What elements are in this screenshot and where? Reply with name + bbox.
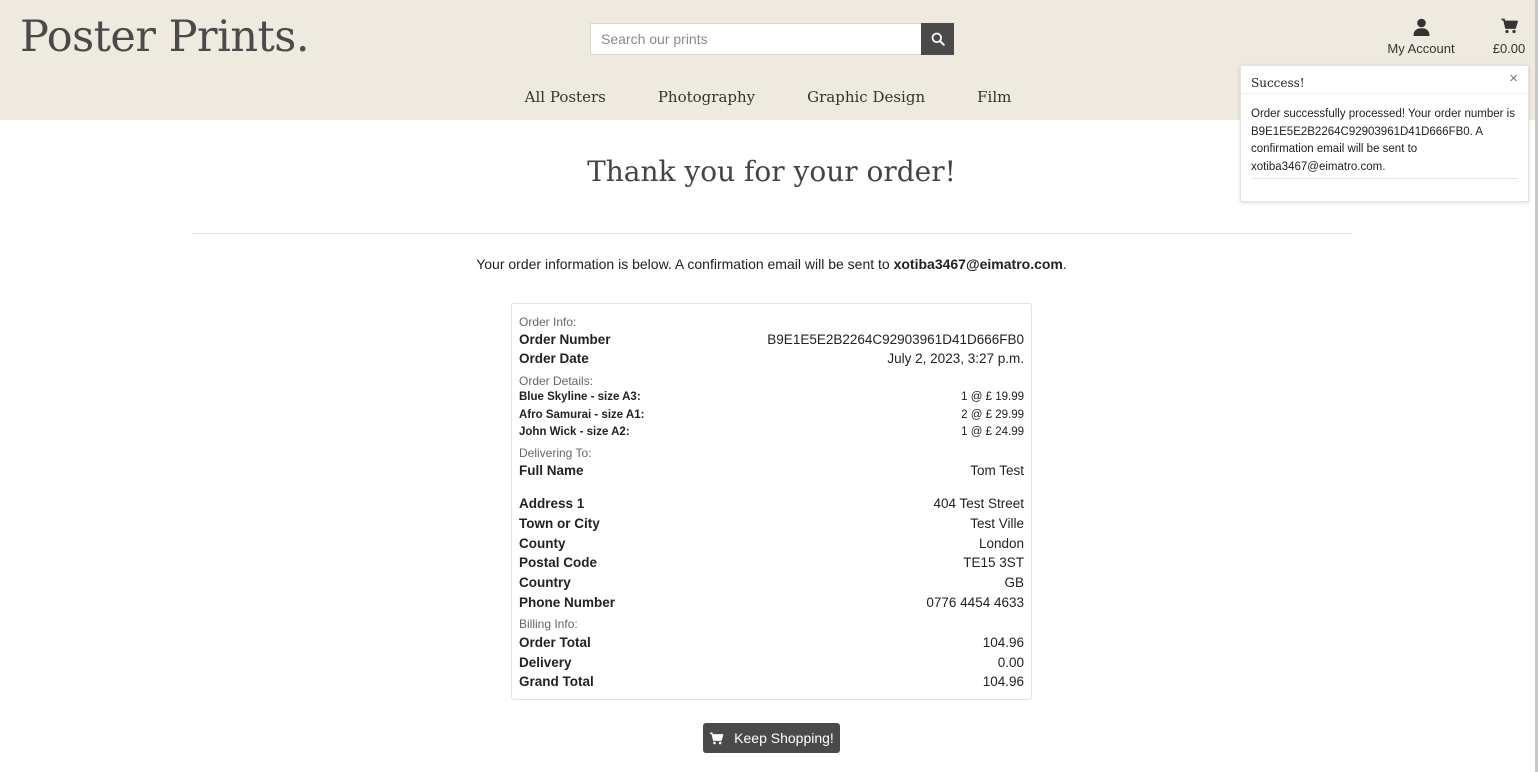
toast-title: Success! [1251, 76, 1305, 90]
line-item-name: John Wick - size A2: [519, 426, 630, 438]
cart-icon [710, 731, 724, 744]
delivery-field-label: Phone Number [519, 595, 616, 610]
my-account-link[interactable]: My Account [1380, 18, 1462, 56]
nav-graphic-design[interactable]: Graphic Design [781, 88, 951, 106]
page-title: Thank you for your order! [587, 155, 956, 188]
delivery-field-value: London [978, 536, 1024, 551]
delivery-field-value: Test Ville [970, 516, 1024, 531]
user-icon [1413, 18, 1429, 36]
site-logo[interactable]: Poster Prints. [20, 12, 310, 62]
section-label-billing-info: Billing Info: [519, 617, 578, 631]
order-date-value: July 2, 2023, 3:27 p.m. [887, 351, 1024, 366]
billing-field-label: Order Total [519, 635, 591, 650]
search-icon [931, 32, 945, 46]
cart-icon [1501, 18, 1518, 34]
line-item-qty-price: 1 @ £ 24.99 [961, 426, 1024, 438]
section-label-order-details: Order Details: [519, 374, 594, 388]
line-item-name: Afro Samurai - size A1: [519, 409, 645, 421]
section-label-delivering-to: Delivering To: [519, 446, 592, 460]
line-item-qty-price: 1 @ £ 19.99 [961, 391, 1024, 403]
divider [192, 233, 1352, 234]
intro-suffix: . [1062, 256, 1067, 272]
delivery-field-label: Address 1 [519, 496, 585, 511]
order-summary-card: Order Info: Order Number B9E1E5E2B2264C92… [511, 303, 1032, 700]
delivery-field-label: Postal Code [519, 555, 598, 570]
delivery-field-value: 0776 4454 4633 [926, 595, 1024, 610]
delivery-field-value: 404 Test Street [933, 496, 1024, 511]
delivery-field-label: Full Name [519, 463, 584, 478]
order-number-value: B9E1E5E2B2264C92903961D41D666FB0 [767, 332, 1024, 347]
cart-link[interactable]: £0.00 [1487, 18, 1531, 56]
delivery-field-value: TE15 3ST [963, 555, 1024, 570]
toast-header: Success! × [1241, 66, 1528, 94]
order-number-label: Order Number [519, 332, 611, 347]
delivery-field-value: Tom Test [970, 463, 1024, 478]
delivery-field-value: GB [1004, 575, 1024, 590]
intro-text: Your order information is below. A confi… [476, 256, 894, 272]
cart-total: £0.00 [1492, 41, 1526, 56]
billing-field-value: 104.96 [982, 635, 1024, 650]
billing-field-value: 0.00 [997, 655, 1024, 670]
search-input[interactable] [590, 23, 921, 55]
line-item-name: Blue Skyline - size A3: [519, 391, 641, 403]
keep-shopping-button[interactable]: Keep Shopping! [703, 723, 840, 753]
order-date-label: Order Date [519, 351, 589, 366]
search-button[interactable] [921, 23, 954, 55]
search-form [590, 23, 954, 55]
section-label-order-info: Order Info: [519, 315, 577, 329]
keep-shopping-label: Keep Shopping! [734, 730, 834, 746]
grand-total-label: Grand Total [519, 674, 594, 689]
grand-total-value: 104.96 [982, 674, 1024, 689]
order-intro: Your order information is below. A confi… [0, 256, 1538, 272]
my-account-label: My Account [1387, 41, 1455, 56]
nav-photography[interactable]: Photography [632, 88, 781, 106]
delivery-field-label: Country [519, 575, 571, 590]
confirmation-email: xotiba3467@eimatro.com [893, 256, 1063, 272]
close-icon[interactable]: × [1509, 70, 1518, 87]
nav-all-posters[interactable]: All Posters [499, 88, 632, 106]
delivery-field-label: Town or City [519, 516, 600, 531]
billing-field-label: Delivery [519, 655, 572, 670]
nav-film[interactable]: Film [951, 88, 1037, 106]
line-item-qty-price: 2 @ £ 29.99 [961, 409, 1024, 421]
delivery-field-label: County [519, 536, 566, 551]
